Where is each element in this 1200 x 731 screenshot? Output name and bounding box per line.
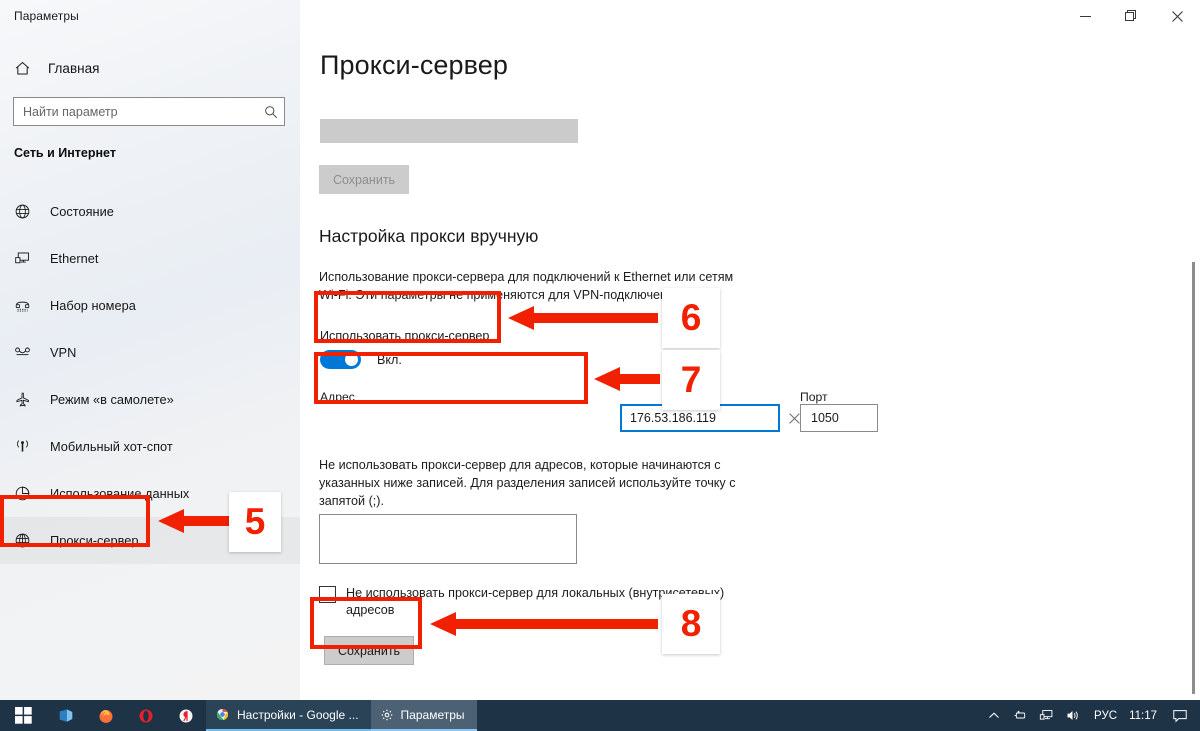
manual-setup-heading: Настройка прокси вручную	[319, 226, 539, 246]
search-icon[interactable]	[258, 105, 284, 119]
settings-window: Параметры Главная Найти параметр Сеть и …	[0, 0, 1200, 731]
taskbar: Настройки - Google ... Параметры РУС 11:…	[0, 700, 1200, 731]
settings-gear-icon	[380, 708, 393, 721]
ethernet-icon	[14, 250, 40, 267]
chevron-up-icon[interactable]	[981, 700, 1007, 731]
yandex-browser-icon	[179, 709, 193, 722]
main-content: Прокси-сервер Сохранить Настройка прокси…	[300, 32, 1200, 703]
taskbar-window-chrome[interactable]: Настройки - Google ...	[206, 700, 371, 731]
action-center-icon[interactable]	[1164, 700, 1196, 731]
sidebar-section-header: Сеть и Интернет	[14, 146, 116, 160]
window-controls	[1062, 0, 1200, 32]
sidebar-item-label: Набор номера	[50, 298, 136, 313]
sidebar-item-status[interactable]: Состояние	[0, 188, 300, 235]
sidebar-item-label: Прокси-сервер	[50, 533, 139, 548]
save-button-top[interactable]: Сохранить	[319, 165, 409, 194]
proxy-globe-icon	[14, 532, 40, 549]
data-usage-icon	[14, 485, 40, 502]
taskbar-microsoft-store[interactable]	[46, 700, 86, 731]
sidebar-item-label: Ethernet	[50, 251, 99, 266]
content-scrollbar[interactable]	[1192, 262, 1195, 694]
language-indicator[interactable]: РУС	[1085, 710, 1126, 722]
start-button[interactable]	[0, 700, 46, 731]
sidebar-home-label: Главная	[48, 60, 100, 76]
page-title: Прокси-сервер	[320, 50, 509, 80]
system-tray: РУС 11:17	[981, 700, 1200, 731]
sidebar: Главная Сеть и Интернет	[0, 0, 300, 703]
minimize-icon	[1079, 15, 1091, 17]
minimize-button[interactable]	[1062, 0, 1108, 32]
home-icon	[14, 60, 40, 77]
port-input-wrapper[interactable]	[800, 404, 972, 432]
save-button-bottom[interactable]: Сохранить	[324, 636, 414, 665]
restore-icon	[1125, 10, 1136, 21]
globe-status-icon	[14, 203, 40, 220]
title-bar: Параметры	[0, 0, 1200, 32]
windows-start-icon	[14, 707, 32, 724]
volume-icon[interactable]	[1059, 700, 1085, 731]
close-button[interactable]	[1154, 0, 1200, 32]
address-label: Адрес	[320, 390, 355, 404]
sidebar-item-label: Состояние	[50, 204, 114, 219]
sidebar-item-ethernet[interactable]: Ethernet	[0, 235, 300, 282]
annotation-number-5: 5	[229, 492, 281, 552]
network-icon[interactable]	[1033, 700, 1059, 731]
chrome-icon	[216, 708, 229, 721]
window-title: Параметры	[14, 9, 79, 23]
exceptions-input[interactable]	[320, 515, 576, 563]
sidebar-item-label: VPN	[50, 345, 77, 360]
use-proxy-label: Использовать прокси-сервер	[320, 329, 490, 343]
clear-x-icon[interactable]	[789, 412, 800, 424]
close-icon	[1171, 10, 1183, 22]
taskbar-window-label: Настройки - Google ...	[237, 707, 359, 722]
search-box[interactable]	[13, 97, 285, 126]
sidebar-item-label: Мобильный хот-спот	[50, 439, 173, 454]
annotation-number-8: 8	[662, 594, 720, 654]
clock[interactable]: 11:17	[1126, 710, 1164, 722]
sidebar-item-label: Режим «в самолете»	[50, 392, 174, 407]
microsoft-store-icon	[59, 708, 73, 722]
dialup-icon	[14, 297, 40, 314]
sidebar-item-airplane-mode[interactable]: Режим «в самолете»	[0, 376, 300, 423]
search-input[interactable]	[14, 104, 258, 119]
sidebar-home[interactable]: Главная	[0, 52, 300, 84]
address-input[interactable]	[622, 411, 791, 425]
toggle-knob	[345, 353, 358, 366]
sidebar-item-label: Использование данных	[50, 486, 190, 501]
taskbar-firefox[interactable]	[86, 700, 126, 731]
taskbar-window-label: Параметры	[400, 707, 465, 722]
taskbar-yandex-browser[interactable]	[166, 700, 206, 731]
use-proxy-state: Вкл.	[377, 352, 402, 367]
taskbar-window-settings[interactable]: Параметры	[370, 700, 477, 731]
usb-safe-remove-icon[interactable]	[1007, 700, 1033, 731]
sidebar-item-mobile-hotspot[interactable]: Мобильный хот-спот	[0, 423, 300, 470]
taskbar-opera[interactable]	[126, 700, 166, 731]
sidebar-item-dialup[interactable]: Набор номера	[0, 282, 300, 329]
use-proxy-toggle[interactable]	[320, 350, 361, 369]
annotation-number-6: 6	[662, 288, 720, 348]
exceptions-input-wrapper[interactable]	[319, 514, 577, 564]
hotspot-icon	[14, 438, 40, 455]
opera-icon	[139, 709, 153, 722]
sidebar-item-vpn[interactable]: VPN	[0, 329, 300, 376]
annotation-number-7: 7	[662, 350, 720, 410]
airplane-icon	[14, 391, 40, 408]
redacted-field	[320, 119, 578, 143]
firefox-icon	[99, 709, 113, 723]
vpn-icon	[14, 344, 40, 361]
use-proxy-toggle-row[interactable]: Вкл.	[320, 350, 402, 369]
port-input[interactable]	[801, 411, 972, 425]
bypass-local-checkbox[interactable]	[319, 586, 336, 603]
port-label: Порт	[800, 390, 828, 404]
restore-button[interactable]	[1108, 0, 1154, 32]
exceptions-description: Не использовать прокси-сервер для адресо…	[319, 458, 736, 508]
